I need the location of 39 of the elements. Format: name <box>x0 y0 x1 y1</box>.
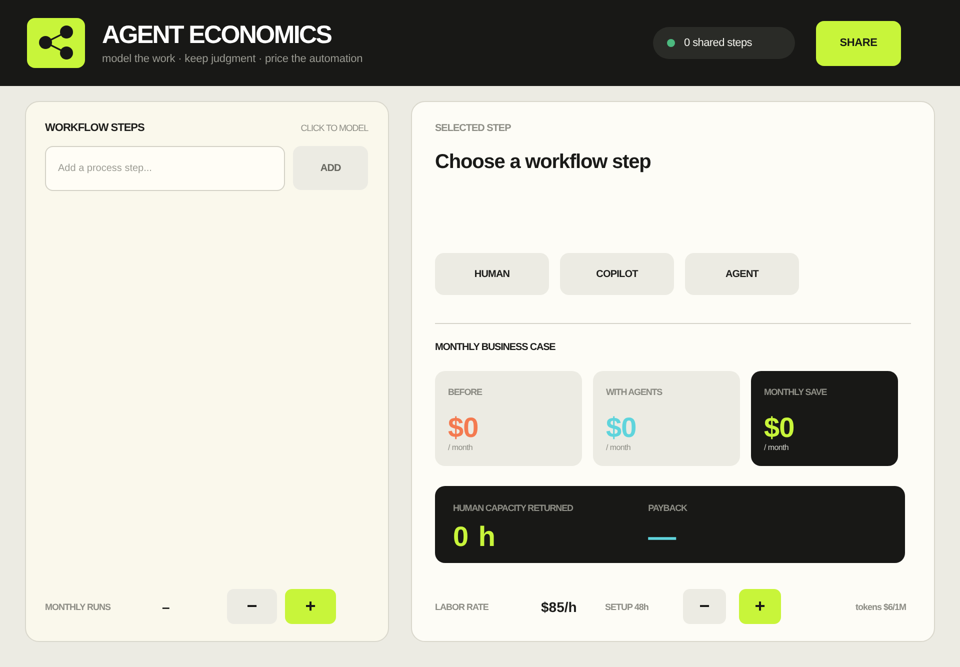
share-button[interactable]: SHARE <box>816 20 901 66</box>
tokens-price: tokens $6/1M <box>855 602 906 612</box>
metric-value: $0 <box>448 413 480 443</box>
metric-value: $0 <box>606 413 638 443</box>
metric-value: $0 <box>764 413 796 443</box>
add-button[interactable]: ADD <box>293 146 368 190</box>
metric-label: BEFORE <box>448 387 484 398</box>
section-label: SELECTED STEP <box>435 123 512 135</box>
decrement-button[interactable]: − <box>683 589 726 624</box>
share-logo-icon <box>27 18 85 68</box>
capacity-label: HUMAN CAPACITY RETURNED <box>453 503 574 514</box>
metric-label: WITH AGENTS <box>606 387 664 398</box>
status-dot-icon <box>667 39 675 47</box>
runs-value: – <box>162 598 171 614</box>
panel-hint: CLICK TO MODEL <box>300 123 368 133</box>
metric-label: MONTHLY SAVE <box>764 387 828 398</box>
app-subtitle: model the work · keep judgment · price the automation <box>102 52 364 66</box>
metric-unit: / month <box>448 443 474 453</box>
mode-button[interactable]: AGENT <box>685 253 799 295</box>
app-title: AGENT ECONOMICS <box>102 20 332 48</box>
status-text: 0 shared steps <box>684 37 752 49</box>
section-title: MONTHLY BUSINESS CASE <box>435 342 556 354</box>
mode-button[interactable]: HUMAN <box>435 253 549 295</box>
setup-label: SETUP 48h <box>605 602 650 612</box>
mode-button[interactable]: COPILOT <box>560 253 674 295</box>
increment-button[interactable]: + <box>285 589 336 624</box>
metric-unit: / month <box>606 443 632 453</box>
decrement-button[interactable]: − <box>227 589 277 624</box>
step-input-field[interactable]: Add a process step... <box>45 146 286 191</box>
panel-title: WORKFLOW STEPS <box>45 122 144 134</box>
capacity-value: — <box>648 522 678 552</box>
runs-label: MONTHLY RUNS <box>45 602 112 612</box>
increment-button[interactable]: + <box>739 589 781 624</box>
rate-value: $85/h <box>541 598 578 614</box>
capacity-label: PAYBACK <box>648 503 688 514</box>
rate-label: LABOR RATE <box>435 602 490 612</box>
step-title: Choose a workflow step <box>435 150 652 175</box>
metric-unit: / month <box>764 443 790 453</box>
capacity-value: 0 h <box>453 522 498 552</box>
